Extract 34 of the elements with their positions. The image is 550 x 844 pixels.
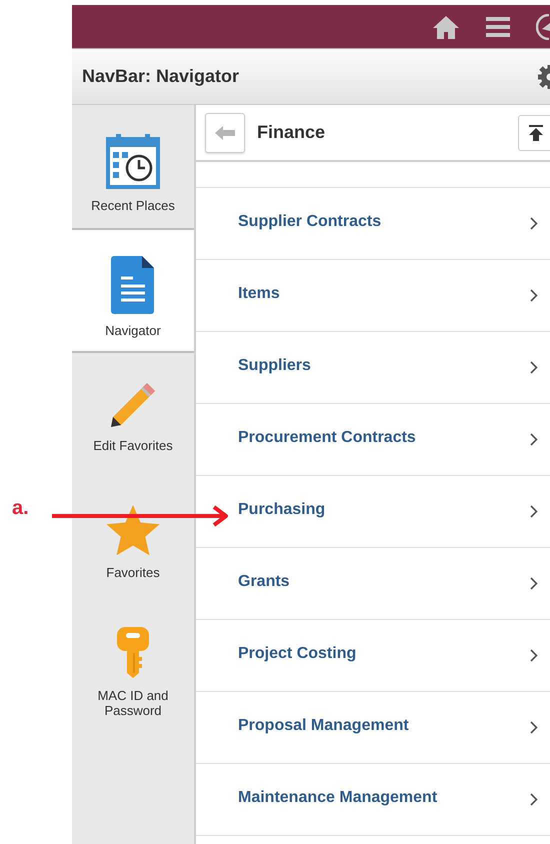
key-icon bbox=[117, 627, 149, 679]
chevron-right-icon bbox=[530, 793, 538, 806]
chevron-right-icon bbox=[530, 577, 538, 590]
star-icon bbox=[106, 504, 160, 556]
tile-label: Edit Favorites bbox=[92, 438, 174, 453]
chevron-right-icon bbox=[530, 433, 538, 446]
sidebar-tile[interactable]: Edit Favorites bbox=[72, 353, 194, 476]
chevron-right-icon bbox=[530, 505, 538, 518]
menu-icon[interactable] bbox=[486, 16, 510, 36]
chevron-right-icon bbox=[530, 361, 538, 374]
chevron-right-icon bbox=[530, 217, 538, 230]
chevron-right-icon bbox=[530, 289, 538, 302]
scroll-top-icon bbox=[529, 124, 543, 140]
tile-label: Navigator bbox=[104, 323, 162, 338]
chevron-right-icon bbox=[530, 649, 538, 662]
left-arrow-icon bbox=[215, 126, 235, 140]
chevron-right-icon bbox=[530, 721, 538, 734]
tile-label: MAC ID and Password bbox=[96, 688, 170, 718]
sidebar-tile[interactable]: Favorites bbox=[72, 476, 194, 599]
calendar-clock-icon bbox=[106, 133, 160, 189]
scroll-top-button[interactable] bbox=[518, 114, 550, 150]
settings-icon[interactable] bbox=[538, 64, 550, 88]
annotation-label: a. bbox=[12, 497, 29, 520]
tile-label: Recent Places bbox=[90, 198, 176, 213]
home-icon[interactable] bbox=[432, 14, 460, 38]
tile-label: Favorites bbox=[105, 565, 161, 580]
sidebar-tile[interactable]: MAC ID and Password bbox=[72, 599, 194, 722]
panel-title: Finance bbox=[257, 122, 326, 143]
compass-icon[interactable] bbox=[536, 14, 550, 40]
sidebar-tile[interactable]: Navigator bbox=[72, 228, 194, 353]
pencil-icon bbox=[109, 381, 157, 429]
sidebar-tile[interactable]: Recent Places bbox=[72, 105, 194, 228]
document-icon bbox=[111, 256, 155, 314]
page-title: NavBar: Navigator bbox=[82, 66, 240, 87]
